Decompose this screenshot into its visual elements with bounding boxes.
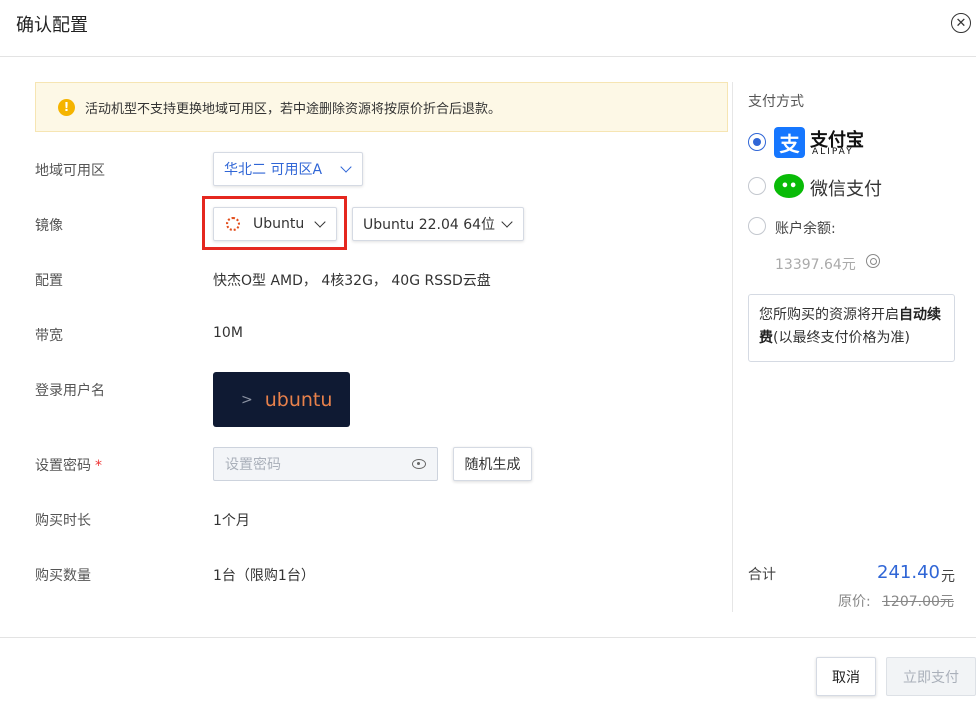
alipay-radio[interactable] xyxy=(748,133,766,151)
login-user-label: 登录用户名 xyxy=(35,383,105,399)
dialog-title: 确认配置 xyxy=(16,15,88,36)
close-icon[interactable]: ✕ xyxy=(951,13,971,33)
chevron-down-icon xyxy=(314,216,326,228)
version-value: Ubuntu 22.04 64位 xyxy=(363,217,496,233)
renew-suffix: (以最终支付价格为准) xyxy=(773,330,910,346)
bandwidth-label: 带宽 xyxy=(35,328,63,344)
password-label-text: 设置密码 xyxy=(35,458,91,474)
wechat-icon: •• xyxy=(774,174,804,198)
refresh-icon[interactable] xyxy=(866,254,880,268)
ubuntu-icon xyxy=(226,217,240,231)
balance-radio[interactable] xyxy=(748,217,766,235)
image-label: 镜像 xyxy=(35,218,63,234)
payment-title: 支付方式 xyxy=(748,94,804,110)
prompt-chevron-icon: > xyxy=(241,391,253,408)
total-value: 241.40 xyxy=(877,562,940,583)
notice-banner: ! 活动机型不支持更换地域可用区，若中途删除资源将按原价折合后退款。 xyxy=(35,82,728,132)
balance-value: 13397.64元 xyxy=(775,257,856,273)
password-placeholder: 设置密码 xyxy=(225,457,281,473)
notice-text: 活动机型不支持更换地域可用区，若中途删除资源将按原价折合后退款。 xyxy=(85,101,502,117)
total-unit: 元 xyxy=(941,569,955,585)
region-value: 华北二 可用区A xyxy=(224,162,323,178)
config-value: 快杰O型 AMD， 4核32G， 40G RSSD云盘 xyxy=(213,273,491,289)
version-select[interactable]: Ubuntu 22.04 64位 xyxy=(352,207,524,241)
quantity-value: 1台（限购1台） xyxy=(213,568,315,584)
duration-label: 购买时长 xyxy=(35,513,91,529)
eye-icon[interactable] xyxy=(412,459,426,469)
chevron-down-icon xyxy=(501,216,513,228)
bandwidth-value: 10M xyxy=(213,325,243,341)
original-price-value: 1207.00元 xyxy=(882,594,954,610)
duration-value: 1个月 xyxy=(213,513,250,529)
login-user-tile: > ubuntu xyxy=(213,372,350,427)
vertical-divider xyxy=(732,82,733,612)
renew-prefix: 您所购买的资源将开启 xyxy=(759,307,899,323)
login-user-value: ubuntu xyxy=(264,388,333,411)
generate-password-button[interactable]: 随机生成 xyxy=(453,447,532,481)
dialog-header: 确认配置 ✕ xyxy=(0,0,976,57)
password-input[interactable]: 设置密码 xyxy=(213,447,438,481)
os-value: Ubuntu xyxy=(253,216,305,232)
os-select[interactable]: Ubuntu xyxy=(213,207,337,241)
warning-icon: ! xyxy=(58,98,75,116)
total-label: 合计 xyxy=(748,567,776,583)
wechat-name: 微信支付 xyxy=(810,179,882,200)
chevron-down-icon xyxy=(340,161,352,173)
pay-now-button[interactable]: 立即支付 xyxy=(886,657,976,696)
auto-renew-notice: 您所购买的资源将开启自动续费(以最终支付价格为准) xyxy=(748,294,955,362)
password-label: 设置密码 * xyxy=(35,455,102,475)
region-select[interactable]: 华北二 可用区A xyxy=(213,152,363,186)
alipay-sub: ALIPAY xyxy=(812,147,854,157)
quantity-label: 购买数量 xyxy=(35,568,91,584)
balance-label: 账户余额: xyxy=(775,221,836,237)
required-mark: * xyxy=(95,458,102,474)
wechat-radio[interactable] xyxy=(748,177,766,195)
config-label: 配置 xyxy=(35,273,63,289)
cancel-button[interactable]: 取消 xyxy=(816,657,876,696)
region-label: 地域可用区 xyxy=(35,163,105,179)
alipay-icon: 支 xyxy=(774,127,805,158)
original-price-label: 原价: xyxy=(838,594,871,610)
